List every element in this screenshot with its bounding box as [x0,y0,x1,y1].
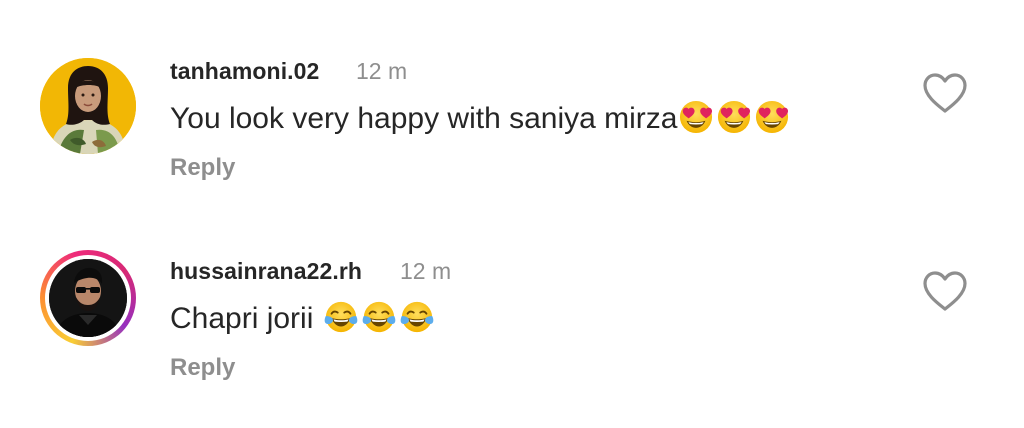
comment-item: tanhamoni.02 12 m You look very happy wi… [0,40,1024,230]
tears-of-joy-emoji-icon [362,300,396,334]
comment-body: You look very happy with saniya mirza [170,100,793,142]
comment-item: hussainrana22.rh 12 m Chapri jorii Reply [0,238,1024,428]
reply-button[interactable]: Reply [170,154,235,182]
reply-button[interactable]: Reply [170,354,235,382]
avatar[interactable] [40,250,136,346]
comment-timestamp: 12 m [356,58,408,84]
emoji-group [679,100,793,142]
like-button[interactable] [922,270,968,312]
tears-of-joy-emoji-icon [400,300,434,334]
avatar-image [40,58,136,154]
comment-username[interactable]: hussainrana22.rh [170,258,362,285]
heart-eyes-emoji-icon [755,100,789,134]
heart-outline-icon [923,73,967,113]
tears-of-joy-emoji-icon [324,300,358,334]
comment-body: Chapri jorii [170,300,438,342]
heart-eyes-emoji-icon [679,100,713,134]
heart-eyes-emoji-icon [717,100,751,134]
comment-text: Chapri jorii [170,302,314,335]
like-button[interactable] [922,72,968,114]
avatar[interactable] [40,58,136,154]
heart-outline-icon [923,271,967,311]
avatar-image [49,259,127,337]
comment-text: You look very happy with saniya mirza [170,102,678,135]
comment-timestamp: 12 m [400,258,452,284]
comment-username[interactable]: tanhamoni.02 [170,58,319,85]
emoji-group [324,300,438,342]
